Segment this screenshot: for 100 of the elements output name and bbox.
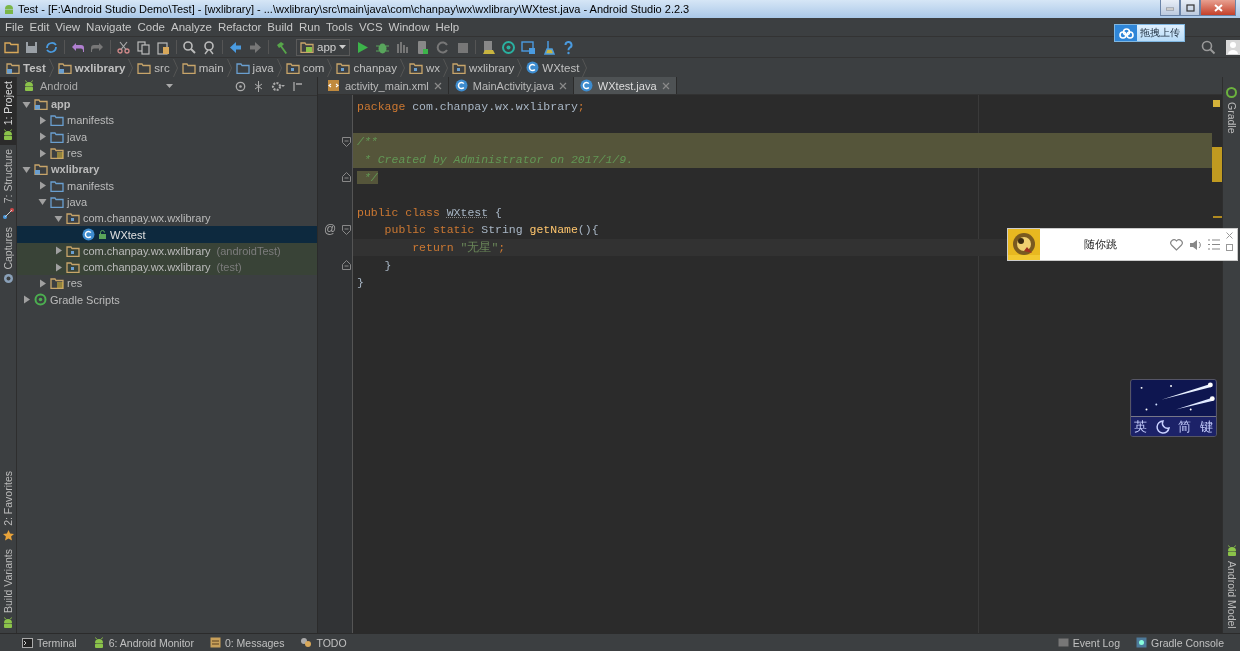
- tree-item[interactable]: res: [17, 275, 317, 292]
- tree-item[interactable]: res: [17, 144, 317, 162]
- tool-window-button[interactable]: Event Log: [1057, 636, 1121, 649]
- target-icon[interactable]: [235, 80, 246, 92]
- expand-arrow-icon[interactable]: [38, 181, 47, 191]
- run-icon[interactable]: [355, 39, 371, 55]
- bars-icon[interactable]: [395, 39, 411, 55]
- fold-end-icon[interactable]: [342, 172, 351, 183]
- search-icon[interactable]: [1201, 39, 1216, 55]
- tool-window-button[interactable]: Captures: [0, 222, 16, 289]
- cut-icon[interactable]: [116, 39, 131, 55]
- expand-arrow-icon[interactable]: [38, 148, 47, 158]
- sync-icon[interactable]: [44, 39, 59, 55]
- device-manager-icon[interactable]: [481, 39, 497, 55]
- breadcrumb[interactable]: wx: [408, 61, 442, 74]
- editor-tab[interactable]: MainActivity.java: [448, 77, 574, 94]
- user-icon[interactable]: [1226, 39, 1240, 55]
- mode-key[interactable]: 键: [1199, 417, 1213, 436]
- tool-window-button[interactable]: Gradle: [1223, 83, 1240, 138]
- menu-item[interactable]: Help: [432, 21, 463, 33]
- mode-key[interactable]: 英: [1134, 417, 1147, 436]
- maximize-button[interactable]: [1180, 0, 1200, 16]
- close-tab-icon[interactable]: [661, 81, 670, 90]
- close-tab-icon[interactable]: [433, 81, 442, 90]
- expand-arrow-icon[interactable]: [22, 295, 31, 305]
- gradle-sync-icon[interactable]: [501, 39, 517, 55]
- speaker-icon[interactable]: [1189, 238, 1202, 251]
- replace-icon[interactable]: [202, 39, 217, 55]
- tool-window-button[interactable]: 2: Favorites: [0, 467, 16, 545]
- expand-arrow-icon[interactable]: [54, 262, 63, 272]
- menu-item[interactable]: View: [52, 21, 84, 33]
- tree-item[interactable]: WXtest: [17, 226, 317, 243]
- restart-icon[interactable]: [435, 39, 451, 55]
- breadcrumb[interactable]: src: [137, 61, 172, 74]
- heart-icon[interactable]: [1170, 238, 1183, 251]
- upload-button[interactable]: 拖拽上传: [1114, 24, 1185, 42]
- moon-icon[interactable]: [1155, 419, 1170, 434]
- tree-item[interactable]: Gradle Scripts: [17, 291, 317, 308]
- expand-arrow-icon[interactable]: [38, 115, 47, 125]
- forward-arrow-icon[interactable]: [248, 39, 263, 55]
- expand-arrow-icon[interactable]: [38, 132, 47, 142]
- view-dropdown[interactable]: Android: [23, 80, 173, 92]
- collapse-arrow-icon[interactable]: [22, 164, 31, 174]
- tree-item[interactable]: java: [17, 193, 317, 211]
- tool-window-button[interactable]: 7: Structure: [0, 145, 16, 223]
- mode-key[interactable]: 简: [1178, 417, 1192, 436]
- tree-item[interactable]: manifests: [17, 177, 317, 194]
- tool-window-button[interactable]: Terminal: [22, 636, 77, 649]
- sdk-manager-icon[interactable]: [541, 39, 557, 55]
- fold-icon[interactable]: [342, 224, 351, 235]
- hammer-icon[interactable]: [274, 39, 289, 55]
- tool-window-button[interactable]: Android Model: [1223, 541, 1240, 633]
- editor-tab[interactable]: activity_main.xml: [321, 77, 449, 94]
- back-arrow-icon[interactable]: [228, 39, 243, 55]
- run-config-dropdown[interactable]: app: [296, 38, 351, 56]
- tree-item[interactable]: app: [17, 96, 317, 113]
- tool-window-button[interactable]: 0: Messages: [209, 636, 285, 649]
- menu-item[interactable]: Window: [385, 21, 433, 33]
- close-button[interactable]: [1200, 0, 1236, 16]
- collapse-arrow-icon[interactable]: [22, 99, 31, 109]
- folder-icon[interactable]: [4, 39, 19, 55]
- layout-icon[interactable]: [521, 39, 537, 55]
- minimize-button[interactable]: [1160, 0, 1180, 16]
- close-icon[interactable]: [1226, 232, 1233, 239]
- tree-item[interactable]: com.chanpay.wx.wxlibrary: [17, 210, 317, 227]
- save-icon[interactable]: [24, 39, 39, 55]
- menu-item[interactable]: File: [2, 21, 27, 33]
- collapse-arrow-icon[interactable]: [38, 197, 47, 207]
- menu-item[interactable]: Code: [134, 21, 168, 33]
- restore-icon[interactable]: [1226, 244, 1233, 251]
- tree-item[interactable]: java: [17, 128, 317, 145]
- tool-window-button[interactable]: Build Variants: [0, 545, 16, 633]
- breadcrumb[interactable]: java: [235, 61, 276, 74]
- fold-end-icon[interactable]: [342, 260, 351, 271]
- breadcrumb[interactable]: com: [285, 61, 327, 74]
- menu-item[interactable]: Tools: [323, 21, 356, 33]
- paste-icon[interactable]: [156, 39, 171, 55]
- collapse-arrow-icon[interactable]: [54, 213, 63, 223]
- editor-tab[interactable]: WXtest.java: [573, 77, 677, 94]
- copy-icon[interactable]: [136, 39, 151, 55]
- expand-arrow-icon[interactable]: [38, 278, 47, 288]
- menu-item[interactable]: Edit: [26, 21, 53, 33]
- menu-item[interactable]: VCS: [355, 21, 386, 33]
- phone-icon[interactable]: [415, 39, 431, 55]
- menu-item[interactable]: Refactor: [214, 21, 265, 33]
- menu-item[interactable]: Navigate: [83, 21, 135, 33]
- breadcrumb[interactable]: WXtest: [526, 61, 582, 74]
- expand-arrow-icon[interactable]: [54, 246, 63, 256]
- gear-icon[interactable]: [271, 80, 285, 92]
- menu-item[interactable]: Run: [295, 21, 324, 33]
- tree-item[interactable]: manifests: [17, 112, 317, 129]
- tool-window-button[interactable]: 1: Project: [0, 77, 16, 146]
- tool-window-button[interactable]: TODO: [300, 636, 347, 649]
- breadcrumb[interactable]: wxlibrary: [451, 61, 517, 74]
- tool-window-button[interactable]: Gradle Console: [1136, 636, 1224, 649]
- fold-icon[interactable]: [342, 137, 351, 147]
- close-tab-icon[interactable]: [558, 81, 567, 90]
- breadcrumb[interactable]: wxlibrary: [57, 61, 128, 74]
- collapse-all-icon[interactable]: [253, 80, 264, 92]
- tree-item[interactable]: wxlibrary: [17, 161, 317, 178]
